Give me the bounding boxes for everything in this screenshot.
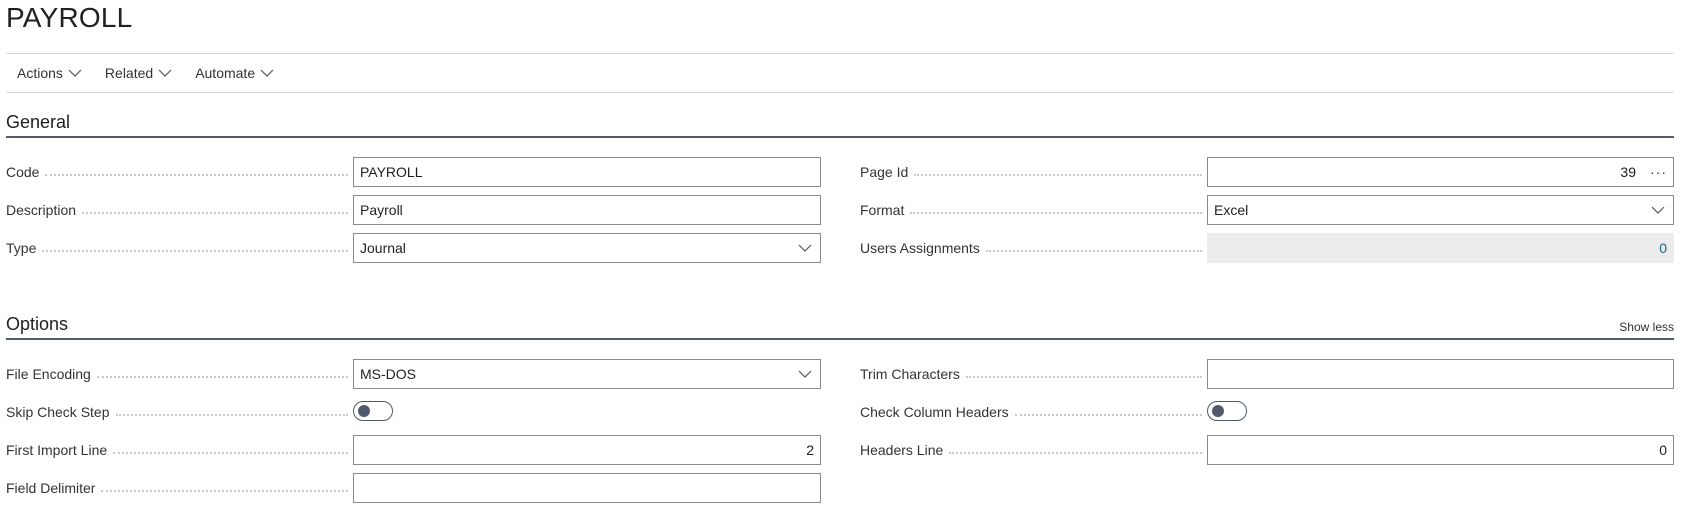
field-delimiter-input[interactable]: [353, 473, 821, 503]
general-section-title: General: [6, 112, 71, 132]
leader-dots: [115, 414, 348, 416]
description-label: Description: [6, 202, 83, 218]
users-assignments-label: Users Assignments: [860, 240, 986, 256]
page-title: PAYROLL: [6, 2, 133, 33]
page-id-field: Page Id 39 ···: [860, 157, 1674, 187]
chevron-down-icon: [260, 69, 274, 77]
format-label: Format: [860, 202, 911, 218]
trim-characters-input[interactable]: [1207, 359, 1674, 389]
actions-menu-button[interactable]: Actions: [17, 65, 83, 81]
type-label: Type: [6, 240, 43, 256]
toggle-knob: [358, 405, 370, 417]
leader-dots: [985, 250, 1202, 252]
leader-dots: [45, 174, 348, 176]
skip-check-step-label: Skip Check Step: [6, 404, 116, 420]
headers-line-label: Headers Line: [860, 442, 950, 458]
type-field: Type Journal: [6, 233, 821, 263]
type-select[interactable]: Journal: [353, 233, 821, 263]
leader-dots: [82, 212, 348, 214]
first-import-line-field: First Import Line 2: [6, 435, 821, 465]
chevron-down-icon: [1651, 206, 1665, 214]
related-menu-label: Related: [104, 65, 154, 81]
automate-menu-button[interactable]: Automate: [195, 65, 275, 81]
trim-characters-label: Trim Characters: [860, 366, 966, 382]
page-id-label: Page Id: [860, 164, 915, 180]
users-assignments-value-box[interactable]: 0: [1207, 233, 1674, 263]
leader-dots: [965, 376, 1202, 378]
headers-line-input[interactable]: 0: [1207, 435, 1674, 465]
check-column-headers-toggle[interactable]: [1207, 401, 1247, 421]
leader-dots: [42, 250, 348, 252]
first-import-line-label: First Import Line: [6, 442, 114, 458]
chevron-down-icon: [798, 244, 812, 252]
format-field: Format Excel: [860, 195, 1674, 225]
trim-characters-field: Trim Characters: [860, 359, 1674, 389]
show-less-link[interactable]: Show less: [1619, 320, 1674, 334]
action-bar: Actions Related Automate: [6, 53, 1674, 93]
leader-dots: [949, 452, 1202, 454]
first-import-line-value: 2: [806, 442, 814, 458]
check-column-headers-label: Check Column Headers: [860, 404, 1015, 420]
chevron-down-icon: [158, 69, 172, 77]
code-value: PAYROLL: [360, 164, 423, 180]
users-assignments-value: 0: [1659, 240, 1667, 256]
file-encoding-value: MS-DOS: [360, 366, 416, 382]
description-value: Payroll: [360, 202, 403, 218]
code-field: Code PAYROLL: [6, 157, 821, 187]
page-id-input[interactable]: 39 ···: [1207, 157, 1674, 187]
file-encoding-select[interactable]: MS-DOS: [353, 359, 821, 389]
format-select[interactable]: Excel: [1207, 195, 1674, 225]
field-delimiter-label: Field Delimiter: [6, 480, 102, 496]
options-section-header[interactable]: Options Show less: [6, 310, 1674, 340]
toggle-knob: [1212, 405, 1224, 417]
general-section-header[interactable]: General: [6, 108, 1674, 138]
options-section-title: Options: [6, 314, 69, 334]
headers-line-value: 0: [1659, 442, 1667, 458]
file-encoding-field: File Encoding MS-DOS: [6, 359, 821, 389]
leader-dots: [96, 376, 348, 378]
file-encoding-label: File Encoding: [6, 366, 97, 382]
code-input[interactable]: PAYROLL: [353, 157, 821, 187]
chevron-down-icon: [798, 370, 812, 378]
related-menu-button[interactable]: Related: [105, 65, 173, 81]
actions-menu-label: Actions: [17, 65, 63, 81]
leader-dots: [914, 174, 1202, 176]
format-value: Excel: [1214, 202, 1249, 218]
leader-dots: [101, 490, 348, 492]
first-import-line-input[interactable]: 2: [353, 435, 821, 465]
field-delimiter-field: Field Delimiter: [6, 473, 821, 503]
leader-dots: [1014, 414, 1202, 416]
users-assignments-field: Users Assignments 0: [860, 233, 1674, 263]
description-input[interactable]: Payroll: [353, 195, 821, 225]
check-column-headers-field: Check Column Headers: [860, 397, 1674, 427]
automate-menu-label: Automate: [195, 65, 256, 81]
code-label: Code: [6, 164, 46, 180]
headers-line-field: Headers Line 0: [860, 435, 1674, 465]
leader-dots: [910, 212, 1202, 214]
skip-check-step-field: Skip Check Step: [6, 397, 821, 427]
skip-check-step-toggle[interactable]: [353, 401, 393, 421]
chevron-down-icon: [68, 69, 82, 77]
page-id-value: 39: [1620, 164, 1636, 180]
leader-dots: [113, 452, 348, 454]
lookup-ellipsis-icon[interactable]: ···: [1650, 164, 1667, 180]
description-field: Description Payroll: [6, 195, 821, 225]
type-value: Journal: [360, 240, 406, 256]
